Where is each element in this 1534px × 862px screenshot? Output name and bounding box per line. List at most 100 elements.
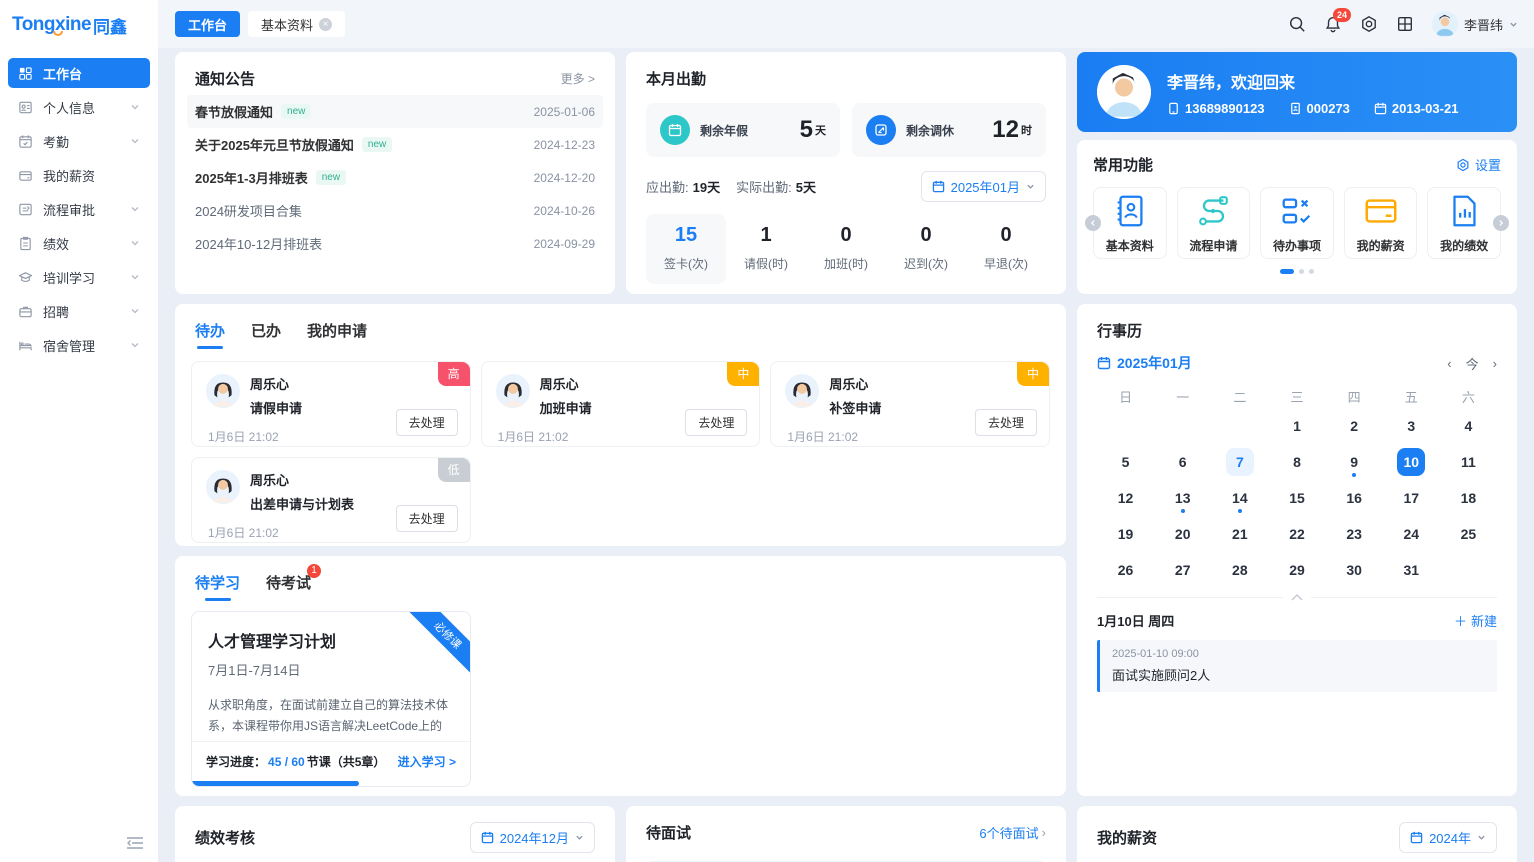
search-icon[interactable] bbox=[1288, 15, 1306, 33]
notices-more-link[interactable]: 更多 > bbox=[561, 70, 595, 87]
handle-task-button[interactable]: 去处理 bbox=[396, 505, 458, 532]
attendance-month-select[interactable]: 2025年01月 bbox=[921, 171, 1046, 202]
quick-function-label: 待办事项 bbox=[1273, 237, 1321, 254]
attendance-stat[interactable]: 0加班(时) bbox=[806, 214, 886, 284]
calendar-day[interactable]: 8 bbox=[1268, 446, 1325, 478]
event-time: 2025-01-10 09:00 bbox=[1112, 648, 1485, 660]
notice-item[interactable]: 2025年1-3月排班表new2024-12-20 bbox=[187, 161, 603, 194]
calendar-day[interactable]: 20 bbox=[1154, 518, 1211, 550]
sidebar-item[interactable]: 培训学习 bbox=[8, 262, 150, 292]
calendar-day[interactable]: 9 bbox=[1326, 446, 1383, 478]
tab-basic-info[interactable]: 基本资料 × bbox=[248, 11, 345, 37]
calendar-day[interactable]: 10 bbox=[1383, 446, 1440, 478]
calendar-day[interactable]: 26 bbox=[1097, 554, 1154, 586]
quick-settings-link[interactable]: 设置 bbox=[1456, 155, 1501, 174]
calendar-day[interactable]: 24 bbox=[1383, 518, 1440, 550]
calendar-day[interactable]: 6 bbox=[1154, 446, 1211, 478]
tab-workbench[interactable]: 工作台 bbox=[175, 11, 240, 37]
tab-done[interactable]: 已办 bbox=[251, 320, 281, 349]
event-item[interactable]: 2025-01-10 09:00面试实施顾问2人 bbox=[1097, 640, 1497, 692]
calendar-day[interactable]: 18 bbox=[1440, 482, 1497, 514]
calendar-day[interactable]: 7 bbox=[1211, 446, 1268, 478]
calendar-day[interactable]: 12 bbox=[1097, 482, 1154, 514]
user-name: 李晋纬 bbox=[1464, 15, 1503, 34]
attendance-icon bbox=[18, 134, 33, 149]
handle-task-button[interactable]: 去处理 bbox=[685, 409, 747, 436]
attendance-stat[interactable]: 1请假(时) bbox=[726, 214, 806, 284]
calendar-today-button[interactable]: 今 bbox=[1466, 354, 1479, 373]
sidebar-item[interactable]: 流程审批 bbox=[8, 194, 150, 224]
weekday-label: 日 bbox=[1097, 387, 1154, 406]
collapse-sidebar-icon[interactable] bbox=[126, 836, 144, 850]
calendar-next-icon[interactable]: › bbox=[1493, 356, 1497, 371]
quick-function-todolist[interactable]: 待办事项 bbox=[1260, 187, 1334, 259]
interview-count-link[interactable]: 6个待面试› bbox=[979, 823, 1046, 842]
notice-item[interactable]: 2024年10-12月排班表2024-09-29 bbox=[187, 227, 603, 260]
notice-item[interactable]: 关于2025年元旦节放假通知new2024-12-23 bbox=[187, 128, 603, 161]
layout-grid-icon[interactable] bbox=[1396, 15, 1414, 33]
carousel-dot[interactable] bbox=[1280, 269, 1294, 274]
calendar-day[interactable]: 28 bbox=[1211, 554, 1268, 586]
comp-leave-swap-icon bbox=[866, 115, 896, 145]
attendance-stat[interactable]: 15签卡(次) bbox=[646, 214, 726, 284]
quick-function-flow[interactable]: 流程申请 bbox=[1177, 187, 1251, 259]
calendar-day[interactable]: 11 bbox=[1440, 446, 1497, 478]
calendar-day[interactable]: 31 bbox=[1383, 554, 1440, 586]
tab-todo[interactable]: 待办 bbox=[195, 320, 225, 349]
calendar-day[interactable]: 14 bbox=[1211, 482, 1268, 514]
carousel-dot[interactable] bbox=[1299, 269, 1304, 274]
calendar-day[interactable]: 5 bbox=[1097, 446, 1154, 478]
calendar-day[interactable]: 21 bbox=[1211, 518, 1268, 550]
course-card[interactable]: 必修课 人才管理学习计划 7月1日-7月14日 从求职角度，在面试前建立自己的算… bbox=[191, 611, 471, 787]
sidebar-item[interactable]: 个人信息 bbox=[8, 92, 150, 122]
tab-to-exam[interactable]: 待考试1 bbox=[266, 572, 311, 601]
salary-year-select[interactable]: 2024年 bbox=[1399, 822, 1497, 853]
handle-task-button[interactable]: 去处理 bbox=[396, 409, 458, 436]
performance-card: 绩效考核 2024年12月 bbox=[175, 806, 615, 862]
calendar-day[interactable]: 4 bbox=[1440, 410, 1497, 442]
tab-close-icon[interactable]: × bbox=[319, 18, 332, 31]
calendar-day[interactable]: 25 bbox=[1440, 518, 1497, 550]
user-menu[interactable]: 李晋纬 bbox=[1432, 11, 1518, 37]
handle-task-button[interactable]: 去处理 bbox=[975, 409, 1037, 436]
calendar-prev-icon[interactable]: ‹ bbox=[1447, 356, 1451, 371]
notice-item[interactable]: 2024研发项目合集2024-10-26 bbox=[187, 194, 603, 227]
sidebar-item[interactable]: 我的薪资 bbox=[8, 160, 150, 190]
performance-month-select[interactable]: 2024年12月 bbox=[470, 822, 595, 853]
carousel-dot[interactable] bbox=[1309, 269, 1314, 274]
quick-function-perfdoc[interactable]: 我的绩效 bbox=[1427, 187, 1501, 259]
attendance-stat[interactable]: 0迟到(次) bbox=[886, 214, 966, 284]
notice-item[interactable]: 春节放假通知new2025-01-06 bbox=[187, 95, 603, 128]
attendance-stat[interactable]: 0早退(次) bbox=[966, 214, 1046, 284]
settings-gear-icon[interactable] bbox=[1360, 15, 1378, 33]
new-event-button[interactable]: ＋新建 bbox=[1454, 611, 1497, 630]
calendar-day[interactable]: 13 bbox=[1154, 482, 1211, 514]
tab-my-applications[interactable]: 我的申请 bbox=[307, 320, 367, 349]
calendar-month-select[interactable]: 2025年01月 bbox=[1097, 353, 1192, 373]
enter-learning-link[interactable]: 进入学习 > bbox=[398, 753, 456, 770]
sidebar-item[interactable]: 工作台 bbox=[8, 58, 150, 88]
calendar-day[interactable]: 1 bbox=[1268, 410, 1325, 442]
calendar-day[interactable]: 17 bbox=[1383, 482, 1440, 514]
calendar-collapse-toggle[interactable] bbox=[1097, 594, 1497, 601]
quick-function-salarycard[interactable]: 我的薪资 bbox=[1344, 187, 1418, 259]
calendar-day[interactable]: 22 bbox=[1268, 518, 1325, 550]
sidebar-item[interactable]: 绩效 bbox=[8, 228, 150, 258]
calendar-day[interactable]: 3 bbox=[1383, 410, 1440, 442]
calendar-day[interactable]: 23 bbox=[1326, 518, 1383, 550]
calendar-day[interactable]: 16 bbox=[1326, 482, 1383, 514]
calendar-day[interactable]: 29 bbox=[1268, 554, 1325, 586]
calendar-day[interactable]: 30 bbox=[1326, 554, 1383, 586]
carousel-prev-icon[interactable] bbox=[1085, 215, 1101, 231]
sidebar-item[interactable]: 宿舍管理 bbox=[8, 330, 150, 360]
tab-to-learn[interactable]: 待学习 bbox=[195, 572, 240, 601]
sidebar-item[interactable]: 考勤 bbox=[8, 126, 150, 156]
calendar-day[interactable]: 15 bbox=[1268, 482, 1325, 514]
calendar-day[interactable]: 19 bbox=[1097, 518, 1154, 550]
sidebar-item[interactable]: 招聘 bbox=[8, 296, 150, 326]
calendar-day[interactable]: 27 bbox=[1154, 554, 1211, 586]
notification-bell-icon[interactable]: 24 bbox=[1324, 15, 1342, 33]
carousel-next-icon[interactable] bbox=[1493, 215, 1509, 231]
quick-function-idcard[interactable]: 基本资料 bbox=[1093, 187, 1167, 259]
calendar-day[interactable]: 2 bbox=[1326, 410, 1383, 442]
